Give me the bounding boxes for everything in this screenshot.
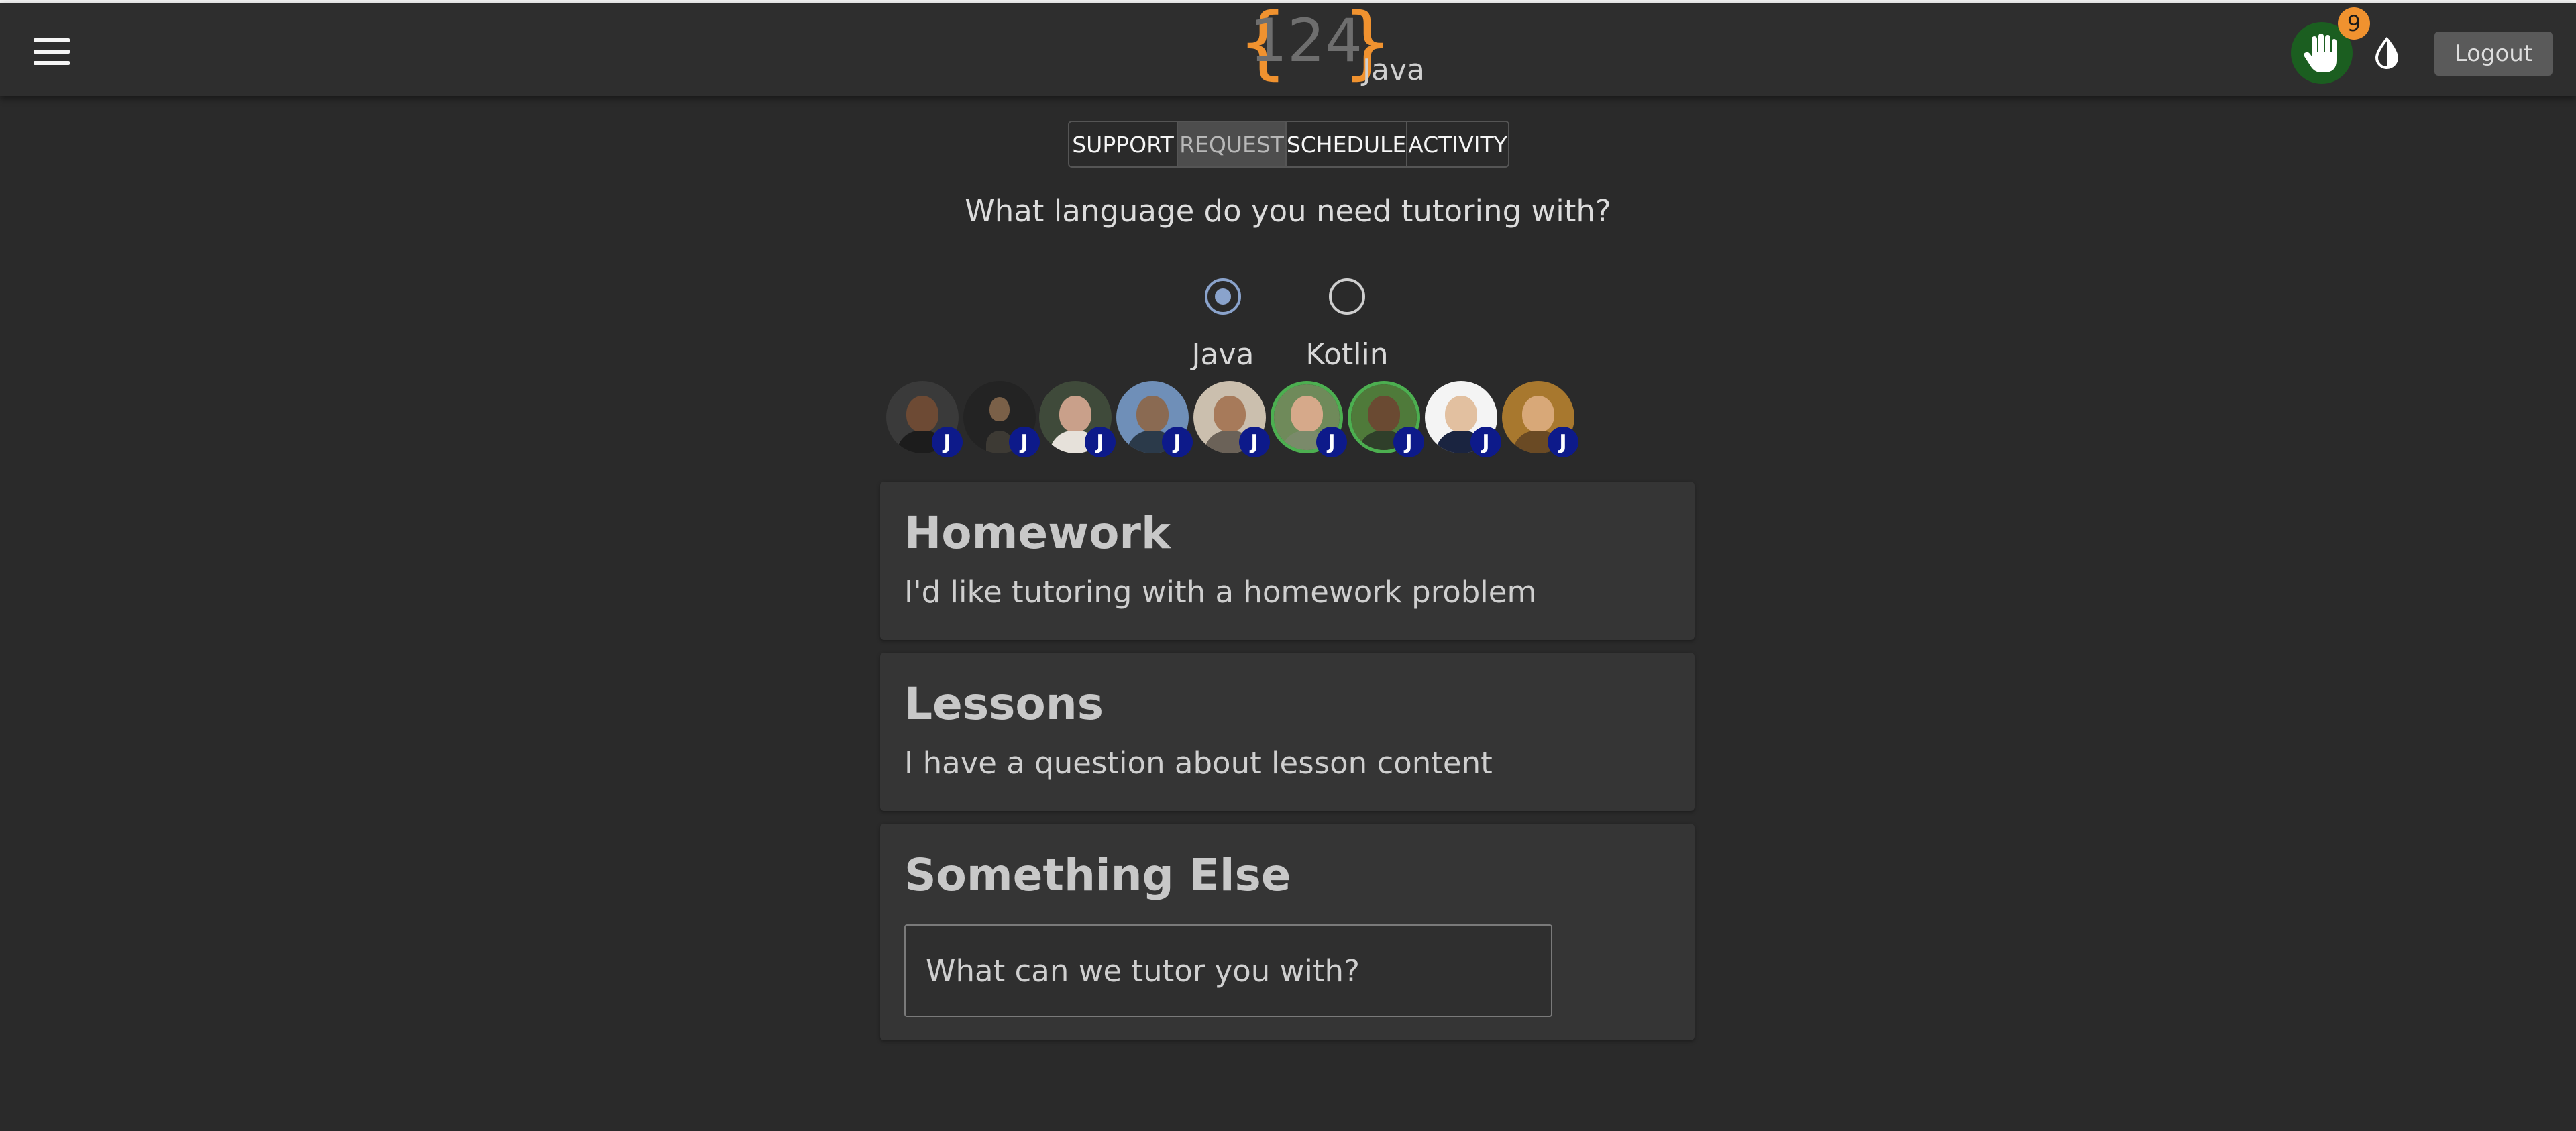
tab-activity[interactable]: ACTIVITY [1407, 122, 1508, 166]
homework-title: Homework [904, 507, 1171, 559]
tab-bar: SUPPORT REQUEST SCHEDULE ACTIVITY [1068, 121, 1509, 168]
tutor-avatar[interactable]: J [1193, 381, 1270, 457]
tutor-avatar-online[interactable]: J [1271, 381, 1347, 457]
homework-description: I'd like tutoring with a homework proble… [904, 574, 1537, 610]
tutor-avatar[interactable]: J [963, 381, 1040, 457]
something-else-title: Something Else [904, 849, 1291, 901]
lessons-option-card[interactable]: Lessons I have a question about lesson c… [880, 653, 1695, 811]
radio-kotlin[interactable] [1329, 278, 1365, 315]
java-badge: J [1162, 427, 1193, 457]
homework-option-card[interactable]: Homework I'd like tutoring with a homewo… [880, 482, 1695, 640]
tab-schedule[interactable]: SCHEDULE [1287, 122, 1407, 166]
logout-button[interactable]: Logout [2434, 32, 2553, 76]
hamburger-menu-icon[interactable] [34, 38, 70, 65]
java-badge: J [1085, 427, 1116, 457]
something-else-option-card: Something Else [880, 824, 1695, 1040]
tutor-avatar[interactable]: J [886, 381, 963, 457]
tab-request[interactable]: REQUEST [1178, 122, 1287, 166]
tutor-avatar[interactable]: J [1425, 381, 1501, 457]
java-badge: J [1548, 427, 1578, 457]
course-logo[interactable]: { 124 } Java [1238, 2, 1439, 96]
java-badge: J [1009, 427, 1040, 457]
tutor-avatar[interactable]: J [1502, 381, 1578, 457]
tutor-avatar[interactable]: J [1116, 381, 1193, 457]
logo-number: 124 [1250, 6, 1362, 75]
tab-support[interactable]: SUPPORT [1069, 122, 1178, 166]
java-badge: J [1239, 427, 1270, 457]
radio-label-java[interactable]: Java [1156, 337, 1290, 372]
lessons-description: I have a question about lesson content [904, 745, 1493, 781]
tutor-request-input[interactable] [904, 924, 1552, 1017]
tutor-avatar-online[interactable]: J [1348, 381, 1424, 457]
contrast-toggle-icon[interactable] [2370, 36, 2404, 70]
top-app-bar: { 124 } Java 9 Logout [0, 2, 2576, 96]
radio-label-kotlin[interactable]: Kotlin [1280, 337, 1414, 372]
lessons-title: Lessons [904, 678, 1104, 730]
language-question: What language do you need tutoring with? [965, 193, 1611, 229]
java-badge: J [1393, 427, 1424, 457]
java-badge: J [1316, 427, 1347, 457]
java-badge: J [1470, 427, 1501, 457]
radio-java[interactable] [1205, 278, 1241, 315]
hand-icon [2304, 34, 2337, 72]
tutor-avatar[interactable]: J [1039, 381, 1116, 457]
java-badge: J [932, 427, 963, 457]
logo-course-name: Java [1362, 53, 1425, 87]
notification-count-badge: 9 [2338, 7, 2370, 40]
